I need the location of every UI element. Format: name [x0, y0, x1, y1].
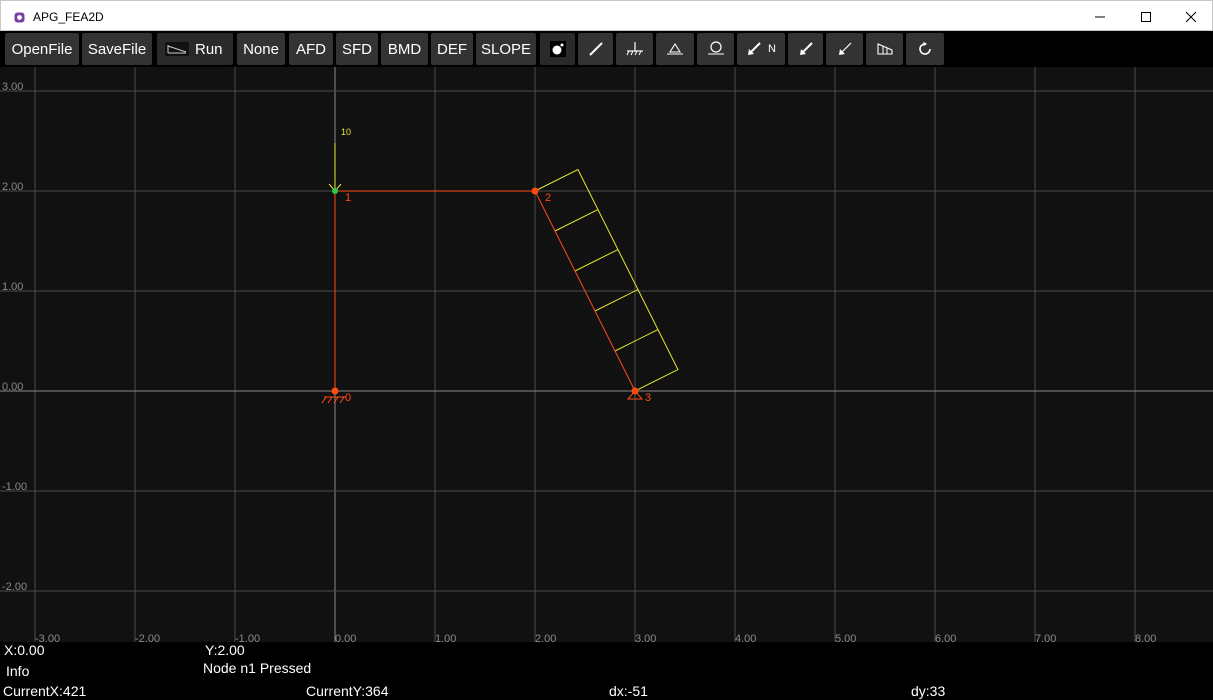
title-bar: APG_FEA2D: [0, 0, 1213, 31]
y-tick-label: -2.00: [2, 581, 27, 593]
load-hatch-line: [574, 249, 619, 272]
window-title: APG_FEA2D: [33, 10, 104, 24]
status-dx: dx:-51: [609, 683, 648, 699]
status-y: Y:2.00: [205, 642, 245, 658]
view-slope-button[interactable]: SLOPE: [476, 33, 536, 65]
close-button[interactable]: [1168, 1, 1213, 32]
maximize-button[interactable]: [1123, 1, 1169, 32]
fixed-support-hatch: [327, 396, 333, 404]
node-label: 3: [645, 392, 651, 404]
node-label: 0: [345, 392, 351, 404]
hinge-support-icon: [707, 41, 724, 55]
y-tick-label: 2.00: [2, 181, 23, 193]
point-load-value: 10: [341, 127, 351, 137]
fixed-support-hatch: [339, 396, 345, 404]
trapezoid-load-button[interactable]: [866, 33, 903, 65]
node-label: 1: [345, 192, 351, 204]
status-bar: X:0.00 Y:2.00 Info Node n1 Pressed Curre…: [0, 642, 1213, 700]
fixed-support-icon: [626, 42, 643, 56]
line-icon: [588, 42, 603, 56]
drawing-canvas[interactable]: -3.00 -2.00 -1.00 0.00 1.00 2.00 3.00 4.00 5.00 6…: [0, 67, 1213, 642]
status-info: Info: [6, 663, 30, 679]
structure: 0 1 2 3 10: [321, 127, 679, 404]
x-tick-label: 7.00: [1035, 633, 1056, 642]
run-button[interactable]: Run: [157, 33, 233, 65]
view-bmd-button[interactable]: BMD: [381, 33, 428, 65]
x-tick-label: 4.00: [735, 633, 756, 642]
thin-arrow-icon: [838, 42, 851, 55]
distributed-load-button[interactable]: [826, 33, 863, 65]
node-tag: N: [768, 43, 776, 55]
x-tick-label: 6.00: [935, 633, 956, 642]
node-dot: [331, 387, 339, 395]
selected-node-dot: [332, 188, 338, 194]
x-tick-label: 3.00: [635, 633, 656, 642]
toolbar: OpenFile SaveFile Run None AFD SFD BMD D…: [0, 31, 1213, 67]
maximize-icon: [1141, 11, 1151, 22]
view-none-button[interactable]: None: [237, 33, 285, 65]
y-tick-label: 0.00: [2, 381, 23, 393]
status-message: Node n1 Pressed: [203, 660, 312, 676]
arrow-load-icon: [748, 42, 761, 55]
load-hatch-line: [594, 289, 639, 312]
x-tick-label: -2.00: [135, 633, 160, 642]
select-tool-button[interactable]: [540, 33, 575, 65]
node-label: 2: [545, 192, 551, 204]
grid: [0, 67, 1213, 642]
save-file-button[interactable]: SaveFile: [82, 33, 152, 65]
axis-ticks: -3.00 -2.00 -1.00 0.00 1.00 2.00 3.00 4.00 5.00 6…: [2, 81, 1156, 642]
run-icon: [165, 42, 189, 56]
view-afd-button[interactable]: AFD: [289, 33, 333, 65]
draw-element-button[interactable]: [578, 33, 613, 65]
fixed-support-hatch: [321, 396, 327, 404]
x-tick-label: 1.00: [435, 633, 456, 642]
element-load-button[interactable]: [788, 33, 823, 65]
structure-view: -3.00 -2.00 -1.00 0.00 1.00 2.00 3.00 4.00 5.00 6…: [0, 67, 1213, 642]
minimize-button[interactable]: [1077, 1, 1123, 32]
load-hatch-line: [554, 209, 599, 232]
node-dot: [531, 187, 539, 195]
status-x: X:0.00: [4, 642, 45, 658]
view-def-button[interactable]: DEF: [431, 33, 473, 65]
y-tick-label: -1.00: [2, 481, 27, 493]
x-tick-label: -3.00: [35, 633, 60, 642]
distributed-load: [534, 168, 679, 392]
minimize-icon: [1095, 16, 1105, 17]
y-tick-label: 1.00: [2, 281, 23, 293]
view-sfd-button[interactable]: SFD: [336, 33, 378, 65]
open-file-button[interactable]: OpenFile: [5, 33, 79, 65]
refresh-icon: [919, 41, 931, 55]
x-tick-label: -1.00: [235, 633, 260, 642]
y-tick-label: 3.00: [2, 81, 23, 93]
x-tick-label: 8.00: [1135, 633, 1156, 642]
status-current-y: CurrentY:364: [306, 683, 389, 699]
x-tick-label: 2.00: [535, 633, 556, 642]
run-label: Run: [195, 40, 223, 58]
node-load-button[interactable]: N: [737, 33, 785, 65]
status-current-x: CurrentX:421: [3, 683, 87, 699]
arrow-load-icon: [799, 42, 813, 55]
pin-support-icon: [667, 42, 683, 55]
x-tick-label: 0.00: [335, 633, 356, 642]
reset-button[interactable]: [906, 33, 944, 65]
fixed-support-button[interactable]: [616, 33, 653, 65]
load-hatch-line: [614, 329, 659, 352]
x-tick-label: 5.00: [835, 633, 856, 642]
pin-support-button[interactable]: [656, 33, 694, 65]
status-dy: dy:33: [911, 683, 946, 699]
app-icon: [14, 12, 25, 23]
pointer-icon: [549, 41, 566, 57]
close-icon: [1185, 11, 1197, 22]
hinge-support-button[interactable]: [697, 33, 734, 65]
trapezoid-load-icon: [876, 43, 893, 55]
